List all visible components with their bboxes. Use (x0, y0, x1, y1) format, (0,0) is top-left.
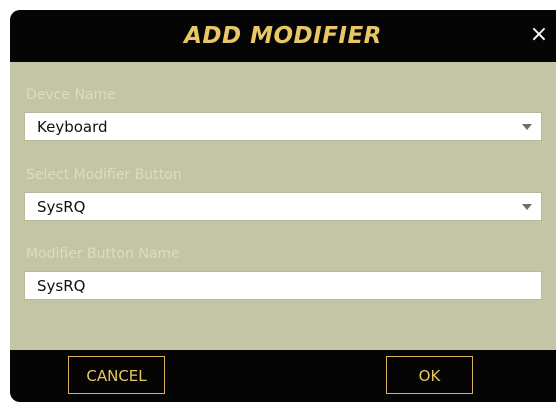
dialog-footer: CANCEL OK (10, 350, 556, 402)
chevron-down-icon (522, 204, 532, 210)
modifier-button-select[interactable]: SysRQ (24, 192, 542, 221)
modifier-name-input[interactable]: SysRQ (24, 271, 542, 300)
add-modifier-dialog: ADD MODIFIER × Devce Name Keyboard Selec… (10, 10, 556, 402)
device-name-value: Keyboard (37, 118, 108, 136)
dialog-titlebar: ADD MODIFIER × (10, 10, 556, 62)
modifier-button-label: Select Modifier Button (26, 167, 182, 183)
close-icon[interactable]: × (524, 18, 554, 52)
chevron-down-icon (522, 124, 532, 130)
modifier-name-value: SysRQ (37, 277, 86, 295)
cancel-button[interactable]: CANCEL (68, 356, 165, 394)
device-name-label: Devce Name (26, 87, 116, 103)
ok-button[interactable]: OK (386, 356, 473, 394)
modifier-button-value: SysRQ (37, 198, 86, 216)
modifier-name-label: Modifier Button Name (26, 246, 180, 262)
dialog-title: ADD MODIFIER (184, 23, 382, 49)
device-name-select[interactable]: Keyboard (24, 112, 542, 141)
